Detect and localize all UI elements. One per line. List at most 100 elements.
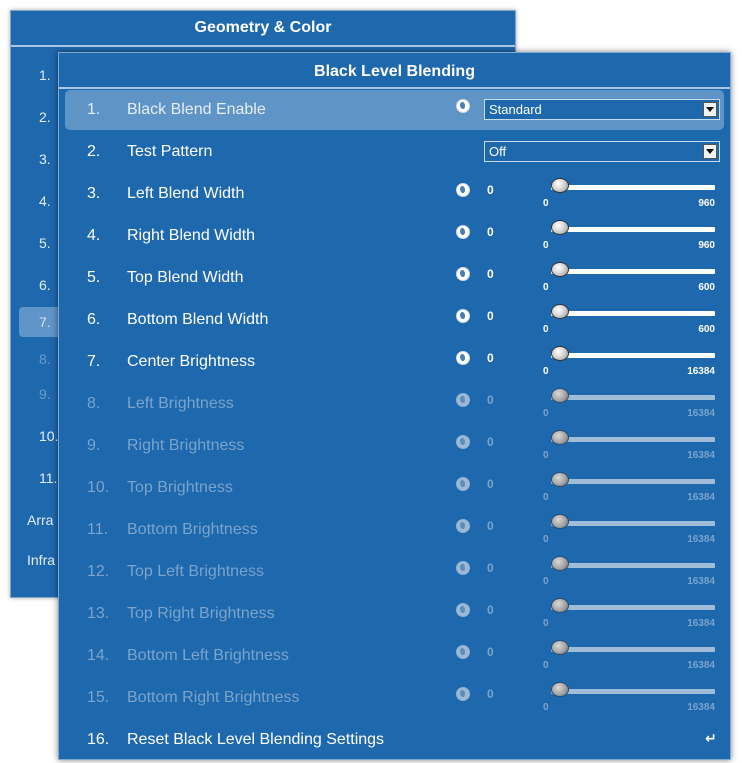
slider-max-label: 960 [698,198,715,209]
slider-min-label: 0 [543,324,549,335]
slider-knob[interactable] [551,262,569,277]
globe-icon [456,519,470,533]
slider-track[interactable] [551,521,715,526]
menu-row-2[interactable]: 2. Test Pattern Off [65,132,724,172]
slider-track[interactable] [551,353,715,358]
slider-max-label: 960 [698,240,715,251]
slider-knob[interactable] [551,472,569,487]
globe-icon [456,603,470,617]
menu-row-1[interactable]: 1. Black Blend Enable Standard [65,90,724,130]
menu-row-11[interactable]: 11. Bottom Brightness 0 0 16384 [65,510,724,550]
value-slider[interactable]: 0 16384 [535,426,715,466]
value-slider[interactable]: 0 16384 [535,552,715,592]
slider-knob[interactable] [551,640,569,655]
globe-icon [456,99,470,113]
slider-knob[interactable] [551,388,569,403]
value-slider[interactable]: 0 16384 [535,636,715,676]
slider-max-label: 16384 [687,702,715,713]
value-slider[interactable]: 0 16384 [535,342,715,382]
value-slider[interactable]: 0 16384 [535,384,715,424]
slider-track[interactable] [551,227,715,232]
value-slider[interactable]: 0 960 [535,174,715,214]
dropdown-arrow-icon[interactable] [703,102,717,117]
globe-icon [456,183,470,197]
value-slider[interactable]: 0 960 [535,216,715,256]
dropdown-select[interactable]: Off [484,141,720,162]
slider-knob[interactable] [551,682,569,697]
globe-icon [456,267,470,281]
menu-row-4[interactable]: 4. Right Blend Width 0 0 960 [65,216,724,256]
current-value: 0 [487,477,494,491]
slider-knob[interactable] [551,220,569,235]
slider-max-label: 16384 [687,408,715,419]
menu-row-5[interactable]: 5. Top Blend Width 0 0 600 [65,258,724,298]
menu-row-3[interactable]: 3. Left Blend Width 0 0 960 [65,174,724,214]
value-slider[interactable]: 0 16384 [535,468,715,508]
current-value: 0 [487,225,494,239]
current-value: 0 [487,183,494,197]
slider-track[interactable] [551,647,715,652]
slider-knob[interactable] [551,430,569,445]
row-number: 11. [87,521,109,538]
row-label: Bottom Left Brightness [127,647,289,664]
current-value: 0 [487,687,494,701]
slider-knob[interactable] [551,556,569,571]
menu-row-16[interactable]: 16. Reset Black Level Blending Settings ↵ [65,720,724,760]
menu-row-10[interactable]: 10. Top Brightness 0 0 16384 [65,468,724,508]
current-value: 0 [487,519,494,533]
slider-min-label: 0 [543,450,549,461]
slider-knob[interactable] [551,304,569,319]
current-value: 0 [487,645,494,659]
current-value: 0 [487,267,494,281]
row-label: Top Brightness [127,479,233,496]
dropdown-select[interactable]: Standard [484,99,720,120]
slider-track[interactable] [551,479,715,484]
slider-max-label: 16384 [687,492,715,503]
globe-icon [456,309,470,323]
value-slider[interactable]: 0 16384 [535,510,715,550]
menu-row-14[interactable]: 14. Bottom Left Brightness 0 0 16384 [65,636,724,676]
slider-track[interactable] [551,395,715,400]
slider-track[interactable] [551,563,715,568]
slider-knob[interactable] [551,178,569,193]
row-label: Right Blend Width [127,227,256,244]
slider-min-label: 0 [543,576,549,587]
value-slider[interactable]: 0 16384 [535,594,715,634]
row-label: Center Brightness [127,353,256,370]
value-slider[interactable]: 0 16384 [535,678,715,718]
row-number: 10. [87,479,110,496]
menu-row-8[interactable]: 8. Left Brightness 0 0 16384 [65,384,724,424]
row-number: 15. [87,689,110,706]
menu-row-13[interactable]: 13. Top Right Brightness 0 0 16384 [65,594,724,634]
slider-track[interactable] [551,269,715,274]
slider-knob[interactable] [551,598,569,613]
globe-icon [456,351,470,365]
globe-icon [456,561,470,575]
slider-knob[interactable] [551,514,569,529]
row-label: Black Blend Enable [127,101,266,118]
menu-row-12[interactable]: 12. Top Left Brightness 0 0 16384 [65,552,724,592]
slider-knob[interactable] [551,346,569,361]
slider-track[interactable] [551,311,715,316]
menu-row-7[interactable]: 7. Center Brightness 0 0 16384 [65,342,724,382]
slider-min-label: 0 [543,534,549,545]
dropdown-arrow-icon[interactable] [703,144,717,159]
dropdown-value: Standard [489,102,542,117]
slider-min-label: 0 [543,618,549,629]
row-label: Bottom Brightness [127,521,258,538]
slider-track[interactable] [551,185,715,190]
enter-icon[interactable]: ↵ [705,730,717,747]
menu-row-15[interactable]: 15. Bottom Right Brightness 0 0 16384 [65,678,724,718]
slider-track[interactable] [551,689,715,694]
slider-track[interactable] [551,437,715,442]
row-label: Test Pattern [127,143,213,160]
menu-row-9[interactable]: 9. Right Brightness 0 0 16384 [65,426,724,466]
slider-max-label: 600 [698,282,715,293]
menu-row-6[interactable]: 6. Bottom Blend Width 0 0 600 [65,300,724,340]
slider-track[interactable] [551,605,715,610]
row-label: Reset Black Level Blending Settings [127,731,385,748]
current-value: 0 [487,435,494,449]
value-slider[interactable]: 0 600 [535,300,715,340]
value-slider[interactable]: 0 600 [535,258,715,298]
slider-max-label: 16384 [687,366,715,377]
